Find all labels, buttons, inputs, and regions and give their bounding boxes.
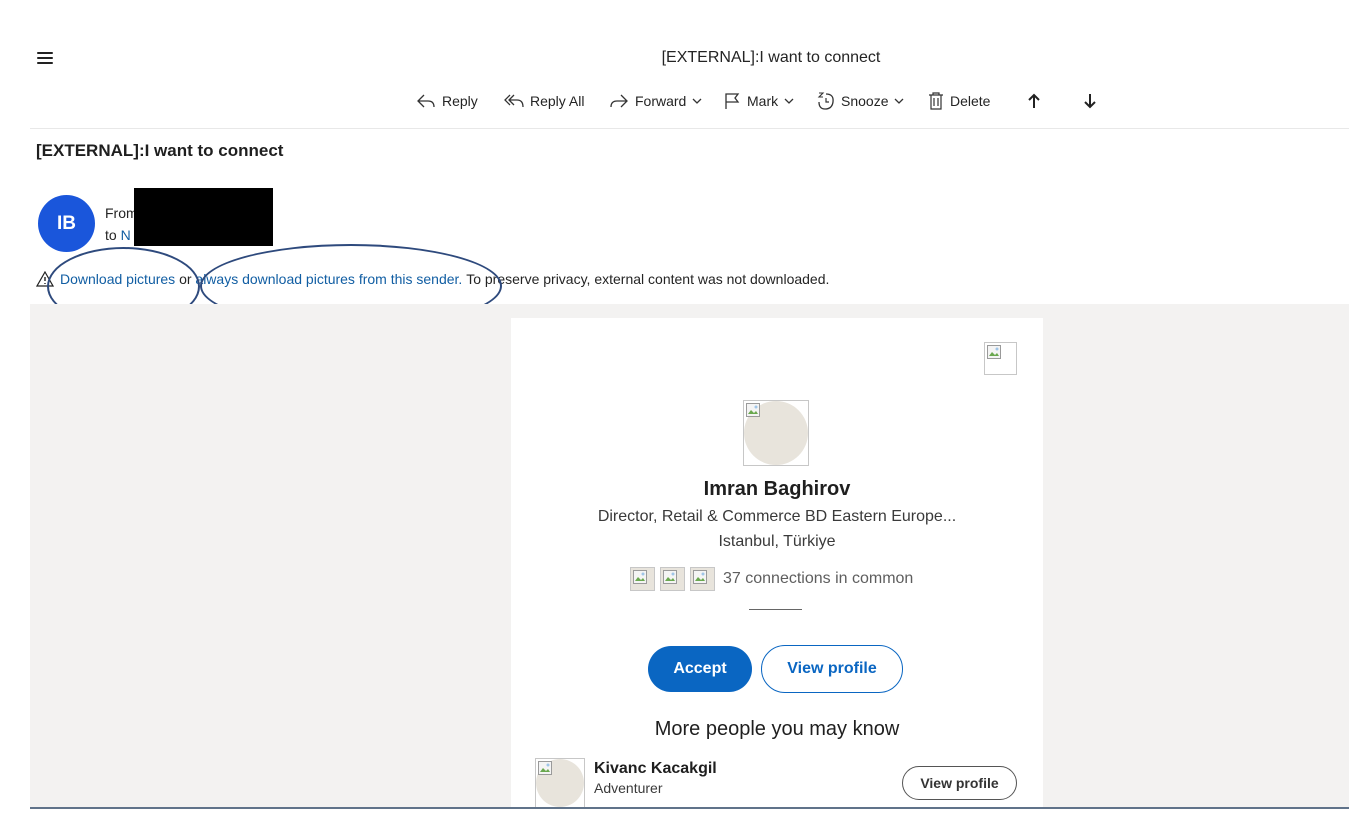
from-line: From bbox=[105, 205, 138, 221]
separator bbox=[749, 609, 802, 610]
toolbar-divider bbox=[30, 128, 1349, 129]
redaction-box bbox=[134, 188, 273, 246]
scroll-edge bbox=[30, 807, 1349, 809]
chevron-down-icon[interactable] bbox=[692, 97, 702, 105]
invitation-card: Imran Baghirov Director, Retail & Commer… bbox=[511, 318, 1043, 808]
snooze-button[interactable]: Snooze bbox=[817, 88, 904, 114]
privacy-text: To preserve privacy, external content wa… bbox=[466, 271, 830, 287]
to-label: to bbox=[105, 227, 117, 243]
sender-avatar[interactable]: IB bbox=[38, 195, 95, 252]
message-subject: [EXTERNAL]:I want to connect bbox=[36, 141, 284, 160]
download-pictures-link[interactable]: Download pictures bbox=[60, 271, 175, 287]
or-text: or bbox=[179, 271, 192, 287]
mark-button[interactable]: Mark bbox=[723, 88, 794, 114]
broken-image-icon bbox=[538, 761, 552, 775]
chevron-down-icon[interactable] bbox=[784, 97, 794, 105]
suggestion-name[interactable]: Kivanc Kacakgil bbox=[594, 760, 717, 778]
chevron-down-icon[interactable] bbox=[894, 97, 904, 105]
forward-icon bbox=[610, 94, 628, 108]
external-content-notice: Download pictures or always download pic… bbox=[36, 271, 829, 287]
profile-headline: Director, Retail & Commerce BD Eastern E… bbox=[597, 508, 957, 525]
connection-avatar bbox=[690, 567, 715, 591]
reply-label: Reply bbox=[442, 93, 478, 109]
arrow-up-icon bbox=[1028, 93, 1040, 108]
view-profile-button[interactable]: View profile bbox=[761, 645, 903, 693]
profile-photo[interactable] bbox=[743, 400, 809, 466]
suggestion-role: Adventurer bbox=[594, 780, 663, 796]
previous-message-button[interactable] bbox=[1027, 88, 1047, 114]
snooze-icon bbox=[817, 92, 834, 110]
reply-button[interactable]: Reply bbox=[416, 88, 478, 114]
reply-all-icon bbox=[504, 94, 524, 108]
window-title: [EXTERNAL]:I want to connect bbox=[661, 49, 881, 66]
connections-count: 37 connections in common bbox=[723, 570, 914, 587]
forward-label: Forward bbox=[635, 93, 687, 109]
reply-all-label: Reply All bbox=[530, 93, 585, 109]
connections-row: 37 connections in common bbox=[630, 567, 913, 591]
accept-button[interactable]: Accept bbox=[648, 646, 752, 692]
forward-button[interactable]: Forward bbox=[609, 88, 702, 114]
snooze-label: Snooze bbox=[841, 93, 889, 109]
flag-icon bbox=[725, 93, 740, 109]
mark-label: Mark bbox=[747, 93, 779, 109]
next-message-button[interactable] bbox=[1083, 88, 1103, 114]
from-label: From bbox=[105, 205, 138, 221]
more-people-heading: More people you may know bbox=[654, 718, 900, 740]
delete-label: Delete bbox=[950, 93, 991, 109]
warning-icon bbox=[36, 271, 54, 287]
connection-avatar bbox=[630, 567, 655, 591]
arrow-down-icon bbox=[1084, 94, 1096, 109]
suggestion-photo[interactable] bbox=[535, 758, 585, 808]
trash-icon bbox=[929, 92, 943, 110]
suggestion-view-profile-button[interactable]: View profile bbox=[902, 766, 1017, 800]
delete-button[interactable]: Delete bbox=[928, 88, 990, 114]
to-line: to N bbox=[105, 227, 131, 243]
profile-name[interactable]: Imran Baghirov bbox=[511, 478, 1043, 501]
reply-all-button[interactable]: Reply All bbox=[504, 88, 584, 114]
profile-location: Istanbul, Türkiye bbox=[718, 533, 836, 550]
recipient-link[interactable]: N bbox=[121, 227, 131, 243]
broken-image-icon bbox=[746, 403, 760, 417]
broken-image-icon bbox=[984, 342, 1017, 375]
email-body-area: Imran Baghirov Director, Retail & Commer… bbox=[30, 304, 1349, 808]
always-download-link[interactable]: always download pictures from this sende… bbox=[195, 271, 462, 287]
reply-icon bbox=[417, 94, 435, 108]
connection-avatar bbox=[660, 567, 685, 591]
